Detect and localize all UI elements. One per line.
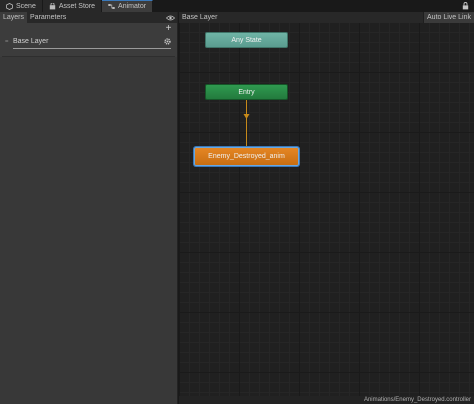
layers-panel: Layers Parameters + = Base Layer <box>0 12 178 404</box>
animator-graph[interactable]: Base Layer Auto Live Link Any State Entr… <box>179 12 474 404</box>
scene-icon <box>6 2 13 10</box>
layer-item-base[interactable]: = Base Layer <box>2 35 175 57</box>
transition-arrow-icon <box>243 114 250 119</box>
layers-panel-empty <box>0 57 177 404</box>
layer-weight-bar <box>13 48 171 49</box>
layers-toolbar: + <box>0 23 177 35</box>
controller-path: Animations/Enemy_Destroyed.controller <box>363 397 471 403</box>
tab-asset-store[interactable]: Asset Store <box>42 0 103 12</box>
lock-icon[interactable] <box>460 1 470 11</box>
transition-entry-to-state[interactable] <box>179 12 474 404</box>
enemy-destroyed-state-node[interactable]: Enemy_Destroyed_anim <box>194 147 299 166</box>
any-state-node[interactable]: Any State <box>205 32 288 48</box>
tab-asset-store-label: Asset Store <box>58 2 96 10</box>
tab-scene-label: Scene <box>16 2 36 10</box>
tab-parameters[interactable]: Parameters <box>27 12 69 23</box>
entry-node[interactable]: Entry <box>205 84 288 100</box>
gear-icon[interactable] <box>163 37 172 46</box>
drag-handle-icon[interactable]: = <box>5 39 9 45</box>
add-layer-icon[interactable]: + <box>164 24 173 34</box>
layers-panel-tabs: Layers Parameters <box>0 12 177 23</box>
layer-label: Base Layer <box>13 38 49 45</box>
graph-footer: Animations/Enemy_Destroyed.controller <box>179 396 474 404</box>
asset-store-icon <box>49 2 56 10</box>
tab-layers[interactable]: Layers <box>0 12 28 23</box>
eye-icon[interactable] <box>165 13 175 22</box>
tab-animator-label: Animator <box>118 3 147 10</box>
tab-scene[interactable]: Scene <box>0 0 43 12</box>
window-tab-bar: Scene Asset Store Animator <box>0 0 474 12</box>
animator-icon <box>108 3 115 10</box>
tab-animator[interactable]: Animator <box>102 0 154 12</box>
